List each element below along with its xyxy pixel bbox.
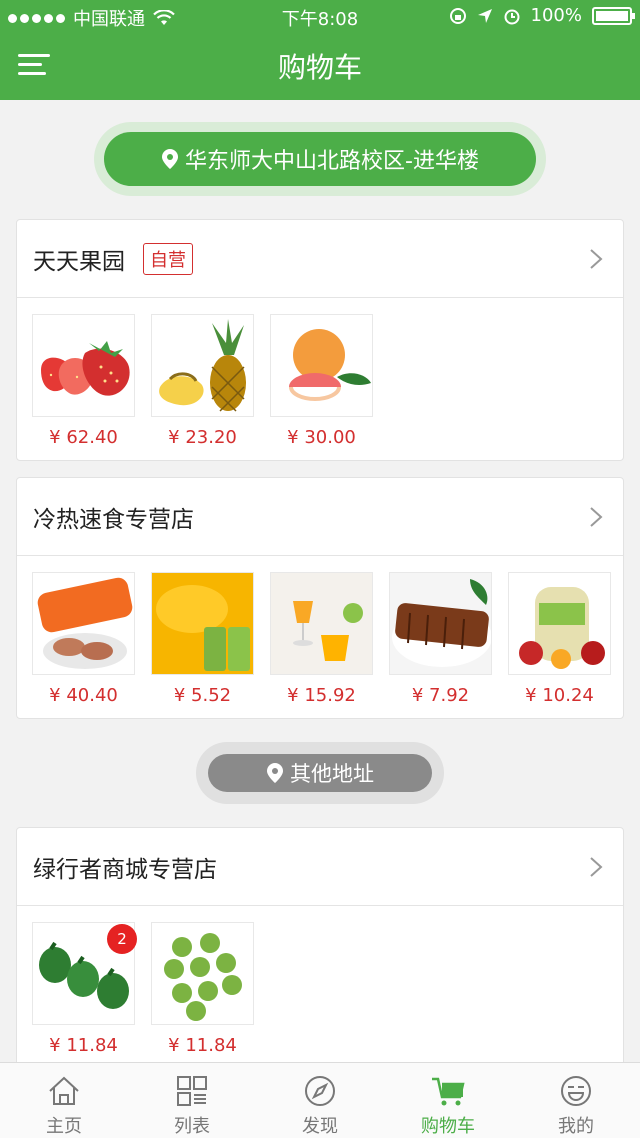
tab-label: 列表 [174,1116,210,1137]
product-image-fruit-jar [508,572,611,675]
cart-item[interactable]: ¥ 7.92 [389,572,492,706]
cart-item[interactable]: 2 ¥ 11.84 [32,922,137,1056]
tab-cart[interactable]: 购物车 [384,1063,512,1138]
grid-list-icon [177,1076,207,1106]
chevron-right-icon [590,249,603,269]
tab-home[interactable]: 主页 [0,1063,128,1138]
other-address-button[interactable]: 其他地址 [208,754,432,792]
item-price: ¥ 10.24 [525,685,594,706]
item-price: ¥ 11.84 [168,1035,237,1056]
address-label: 华东师大中山北路校区-进华楼 [185,149,479,174]
store-header[interactable]: 天天果园 自营 [17,220,623,298]
tab-label: 购物车 [421,1116,475,1137]
product-image-green-tomato [151,922,254,1025]
product-image-grilled-eel [389,572,492,675]
item-price: ¥ 23.20 [168,427,237,448]
product-image-jelly-dessert [270,572,373,675]
store-name: 冷热速食专营店 [33,506,194,533]
cart-item[interactable]: ¥ 62.40 [32,314,135,448]
item-price: ¥ 11.84 [49,1035,118,1056]
other-address-label: 其他地址 [290,762,374,786]
cart-item[interactable]: ¥ 23.20 [151,314,254,448]
store-header[interactable]: 绿行者商城专营店 [17,828,623,906]
location-pin-icon [162,149,179,169]
tab-label: 主页 [46,1116,82,1137]
battery-icon [592,6,635,25]
chevron-right-icon [590,507,603,527]
store-name: 绿行者商城专营店 [33,856,217,883]
smiley-icon [561,1076,591,1106]
current-address-button[interactable]: 华东师大中山北路校区-进华楼 [104,132,536,186]
status-bar: 中国联通 下午8:08 100% [0,0,640,34]
item-price: ¥ 15.92 [287,685,356,706]
item-price: ¥ 40.40 [49,685,118,706]
item-price: ¥ 62.40 [49,427,118,448]
store-header[interactable]: 冷热速食专营店 [17,478,623,556]
page-title: 购物车 [277,51,362,84]
cart-item[interactable]: ¥ 5.52 [151,572,254,706]
tab-mine[interactable]: 我的 [512,1063,640,1138]
top-bar: 中国联通 下午8:08 100% 购物车 [0,0,640,100]
quantity-badge: 2 [107,924,137,954]
store-card: 冷热速食专营店 ¥ 40.40 ¥ 5.52 ¥ 15.92 ¥ 7.92 ¥ … [16,477,624,719]
location-pin-icon [267,763,283,783]
item-price: ¥ 5.52 [173,685,232,706]
product-image-canned-peach [151,572,254,675]
cart-item[interactable]: ¥ 10.24 [508,572,611,706]
tab-label: 我的 [558,1116,594,1137]
cart-item[interactable]: ¥ 40.40 [32,572,135,706]
cart-item[interactable]: ¥ 11.84 [151,922,254,1056]
product-image-sausage [32,572,135,675]
item-price: ¥ 30.00 [287,427,356,448]
tab-discover[interactable]: 发现 [256,1063,384,1138]
battery-label: 100% [530,5,582,26]
tab-list[interactable]: 列表 [128,1063,256,1138]
address-selector: 华东师大中山北路校区-进华楼 [94,122,546,196]
tab-bar: 主页 列表 发现 购物车 我的 [0,1062,640,1138]
product-image-strawberry [32,314,135,417]
other-address-selector: 其他地址 [196,742,444,804]
store-name: 天天果园 [33,248,125,275]
cart-icon [432,1077,465,1106]
product-image-grapefruit [270,314,373,417]
self-operated-tag: 自营 [143,242,193,275]
item-price: ¥ 7.92 [411,685,470,706]
product-image-pineapple [151,314,254,417]
location-arrow-icon [477,8,492,23]
alarm-icon [504,9,520,24]
chevron-right-icon [590,857,603,877]
store-card: 绿行者商城专营店 2 ¥ 11.84 ¥ 11.84 [16,827,624,1087]
tab-label: 发现 [302,1116,338,1137]
rotation-lock-icon [449,7,466,24]
cart-item[interactable]: ¥ 30.00 [270,314,373,448]
store-card: 天天果园 自营 ¥ 62.40 ¥ 23.20 ¥ 30.00 [16,219,624,461]
cart-item[interactable]: ¥ 15.92 [270,572,373,706]
compass-icon [305,1076,335,1106]
home-icon [49,1076,79,1105]
